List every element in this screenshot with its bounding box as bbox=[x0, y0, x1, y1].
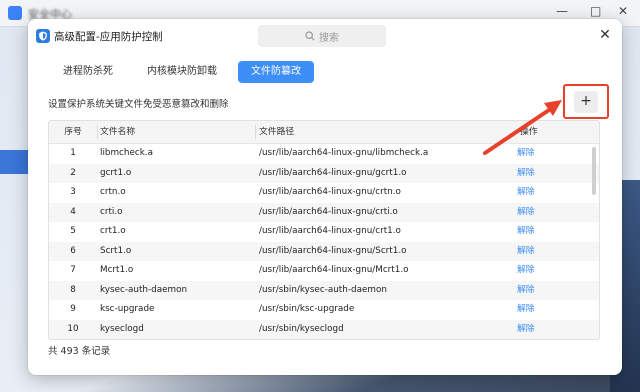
tab-bar: 进程防杀死 内核模块防卸载 文件防篡改 bbox=[50, 61, 314, 83]
row-index: 7 bbox=[70, 265, 76, 275]
maximize-icon[interactable]: □ bbox=[590, 4, 601, 18]
row-file-path: /usr/sbin/kysec-auth-daemon bbox=[259, 284, 387, 295]
header-action: 操作 bbox=[520, 127, 538, 137]
app-icon bbox=[8, 6, 22, 20]
row-file-path: /usr/lib/aarch64-linux-gnu/libmcheck.a bbox=[259, 148, 429, 158]
row-file-path: /usr/sbin/ksc-upgrade bbox=[259, 304, 355, 314]
tab-kernel-module-protection[interactable]: 内核模块防卸载 bbox=[134, 61, 230, 83]
dialog-title: 高级配置-应用防护控制 bbox=[54, 31, 163, 43]
close-icon[interactable]: ✕ bbox=[618, 4, 628, 18]
row-file-name: Scrt1.o bbox=[100, 245, 132, 256]
header-divider bbox=[255, 125, 256, 139]
row-file-name: crti.o bbox=[100, 206, 123, 217]
sidebar-selected-item[interactable] bbox=[0, 150, 28, 174]
row-index: 2 bbox=[70, 167, 76, 178]
search-input[interactable]: 搜索 bbox=[258, 25, 386, 47]
header-name: 文件名称 bbox=[100, 127, 136, 137]
row-remove-link[interactable]: 解除 bbox=[517, 203, 535, 223]
row-file-name: crtn.o bbox=[100, 187, 126, 197]
row-index: 4 bbox=[70, 206, 76, 217]
table-row: 6 Scrt1.o/usr/lib/aarch64-linux-gnu/Scrt1… bbox=[49, 241, 599, 262]
header-index: 序号 bbox=[64, 127, 82, 137]
shield-icon bbox=[36, 29, 50, 43]
header-path: 文件路径 bbox=[259, 127, 295, 137]
table-row: 10 kyseclogd/usr/sbin/kyseclogd 解除 bbox=[49, 319, 599, 340]
row-remove-link[interactable]: 解除 bbox=[517, 144, 535, 164]
row-file-path: /usr/lib/aarch64-linux-gnu/crti.o bbox=[259, 206, 398, 217]
row-file-path: /usr/lib/aarch64-linux-gnu/crt1.o bbox=[259, 226, 401, 236]
table-scrollbar-thumb[interactable] bbox=[592, 147, 596, 195]
dialog-header: 高级配置-应用防护控制 搜索 ✕ bbox=[28, 19, 622, 53]
protected-files-table: 序号 文件名称 文件路径 操作 1 libmcheck.a/usr/lib/aar… bbox=[48, 120, 600, 340]
table-header: 序号 文件名称 文件路径 操作 bbox=[49, 121, 599, 144]
row-file-path: /usr/sbin/kyseclogd bbox=[259, 323, 344, 334]
row-remove-link[interactable]: 解除 bbox=[517, 320, 535, 340]
row-remove-link[interactable]: 解除 bbox=[517, 261, 535, 281]
row-index: 3 bbox=[70, 187, 76, 197]
add-file-button[interactable]: + bbox=[574, 91, 598, 113]
row-file-path: /usr/lib/aarch64-linux-gnu/crtn.o bbox=[259, 187, 401, 197]
tab-file-tamper-protection[interactable]: 文件防篡改 bbox=[238, 61, 314, 83]
table-row: 3 crtn.o/usr/lib/aarch64-linux-gnu/crtn.o… bbox=[49, 183, 599, 203]
row-remove-link[interactable]: 解除 bbox=[517, 183, 535, 203]
table-row: 2 gcrt1.o/usr/lib/aarch64-linux-gnu/gcrt1… bbox=[49, 163, 599, 184]
search-placeholder: 搜索 bbox=[319, 32, 339, 44]
row-remove-link[interactable]: 解除 bbox=[517, 300, 535, 320]
table-row: 5 crt1.o/usr/lib/aarch64-linux-gnu/crt1.o… bbox=[49, 222, 599, 242]
row-remove-link[interactable]: 解除 bbox=[517, 164, 535, 184]
row-index: 9 bbox=[70, 304, 76, 314]
section-description: 设置保护系统关键文件免受恶意篡改和删除 bbox=[48, 99, 229, 110]
row-remove-link[interactable]: 解除 bbox=[517, 222, 535, 242]
header-divider bbox=[97, 125, 98, 139]
app-protection-dialog: 高级配置-应用防护控制 搜索 ✕ 进程防杀死 内核模块防卸载 文件防篡改 设置保… bbox=[28, 19, 622, 375]
row-file-name: crt1.o bbox=[100, 226, 126, 236]
table-row: 4 crti.o/usr/lib/aarch64-linux-gnu/crti.o… bbox=[49, 202, 599, 223]
row-file-name: kysec-auth-daemon bbox=[100, 284, 188, 295]
minimize-icon[interactable]: — bbox=[556, 4, 568, 18]
table-row: 7 Mcrt1.o/usr/lib/aarch64-linux-gnu/Mcrt1… bbox=[49, 261, 599, 281]
row-file-name: gcrt1.o bbox=[100, 167, 132, 178]
table-row: 8 kysec-auth-daemon/usr/sbin/kysec-auth-d… bbox=[49, 280, 599, 301]
search-icon bbox=[305, 31, 315, 41]
table-row: 1 libmcheck.a/usr/lib/aarch64-linux-gnu/l… bbox=[49, 144, 599, 164]
row-remove-link[interactable]: 解除 bbox=[517, 242, 535, 262]
row-index: 6 bbox=[70, 245, 76, 256]
row-file-name: libmcheck.a bbox=[100, 148, 153, 158]
row-index: 5 bbox=[70, 226, 76, 236]
row-file-path: /usr/lib/aarch64-linux-gnu/gcrt1.o bbox=[259, 167, 407, 178]
dialog-close-button[interactable]: ✕ bbox=[598, 28, 612, 42]
row-file-name: Mcrt1.o bbox=[100, 265, 134, 275]
row-file-path: /usr/lib/aarch64-linux-gnu/Scrt1.o bbox=[259, 245, 407, 256]
row-index: 8 bbox=[70, 284, 76, 295]
table-row: 9 ksc-upgrade/usr/sbin/ksc-upgrade 解除 bbox=[49, 300, 599, 320]
record-count: 共 493 条记录 bbox=[48, 346, 111, 357]
row-file-name: ksc-upgrade bbox=[100, 304, 155, 314]
row-file-path: /usr/lib/aarch64-linux-gnu/Mcrt1.o bbox=[259, 265, 409, 275]
row-file-name: kyseclogd bbox=[100, 323, 144, 334]
tab-process-protection[interactable]: 进程防杀死 bbox=[50, 61, 126, 83]
row-index: 1 bbox=[70, 148, 76, 158]
row-index: 10 bbox=[67, 323, 79, 334]
row-remove-link[interactable]: 解除 bbox=[517, 281, 535, 301]
